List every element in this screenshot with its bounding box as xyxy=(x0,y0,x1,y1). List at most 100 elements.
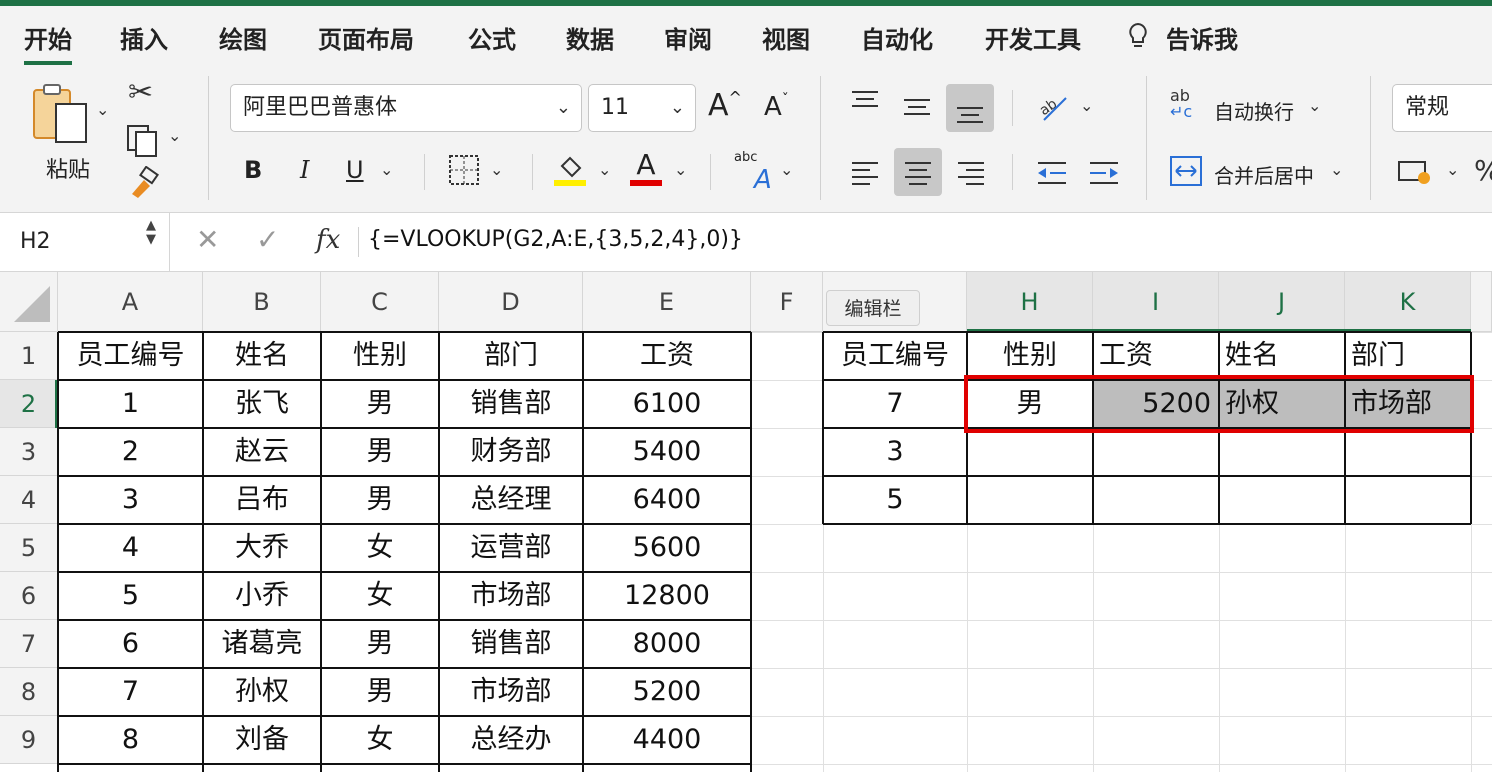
chevron-down-icon[interactable]: ⌄ xyxy=(1308,98,1321,114)
table-cell[interactable]: 总经理 xyxy=(439,476,583,524)
insert-function-button[interactable]: fx xyxy=(316,225,340,255)
lookup-header-cell[interactable]: 性别 xyxy=(967,332,1093,380)
merge-center-icon[interactable] xyxy=(1170,156,1202,190)
table-cell[interactable]: 女 xyxy=(321,524,439,572)
tab-developer[interactable]: 开发工具 xyxy=(985,20,1081,55)
column-header[interactable]: B xyxy=(203,272,321,332)
chevron-down-icon[interactable]: ⌄ xyxy=(674,162,687,178)
table-cell[interactable]: 销售部 xyxy=(439,620,583,668)
lookup-cell[interactable]: 3 xyxy=(823,428,967,476)
font-name-select[interactable]: 阿里巴巴普惠体 ⌄ xyxy=(230,84,582,132)
table-header-cell[interactable]: 工资 xyxy=(583,332,751,380)
lookup-cell[interactable] xyxy=(1345,476,1471,524)
row-header[interactable]: 5 xyxy=(0,524,58,572)
name-box-stepper-icon[interactable]: ▲ ▼ xyxy=(146,219,156,247)
tab-home[interactable]: 开始 xyxy=(24,20,72,65)
table-cell[interactable]: 小乔 xyxy=(203,572,321,620)
table-cell[interactable]: 男 xyxy=(321,428,439,476)
enter-checkmark-icon[interactable]: ✓ xyxy=(256,223,279,256)
tab-data[interactable]: 数据 xyxy=(566,20,614,55)
table-cell[interactable]: 女 xyxy=(321,572,439,620)
currency-format-icon[interactable] xyxy=(1398,158,1432,190)
row-header[interactable]: 6 xyxy=(0,572,58,620)
column-header[interactable]: H xyxy=(967,272,1093,332)
column-header[interactable]: J xyxy=(1219,272,1345,332)
lookup-header-cell[interactable]: 姓名 xyxy=(1219,332,1345,380)
chevron-down-icon[interactable]: ⌄ xyxy=(1330,162,1343,178)
align-left-icon[interactable] xyxy=(850,160,880,190)
lookup-cell[interactable] xyxy=(967,428,1093,476)
phonetic-guide-button[interactable]: abc A xyxy=(734,150,772,195)
tab-page-layout[interactable]: 页面布局 xyxy=(318,20,414,55)
borders-icon[interactable] xyxy=(448,154,480,190)
copy-icon[interactable] xyxy=(126,124,160,162)
formula-input[interactable]: {=VLOOKUP(G2,A:E,{3,5,2,4},0)} xyxy=(368,227,743,252)
number-format-select[interactable]: 常规 xyxy=(1392,84,1492,132)
table-header-cell[interactable]: 性别 xyxy=(321,332,439,380)
chevron-down-icon[interactable]: ⌄ xyxy=(490,162,503,178)
lookup-cell[interactable] xyxy=(1345,428,1471,476)
row-header[interactable]: 4 xyxy=(0,476,58,524)
tab-tell-me[interactable]: 告诉我 xyxy=(1166,20,1238,55)
table-cell[interactable]: 诸葛亮 xyxy=(203,620,321,668)
table-cell[interactable]: 市场部 xyxy=(439,572,583,620)
bold-button[interactable]: B xyxy=(244,156,262,184)
row-header[interactable]: 2 xyxy=(0,380,58,428)
table-cell[interactable]: 女 xyxy=(321,716,439,764)
lookup-cell[interactable]: 5 xyxy=(823,476,967,524)
grow-font-button[interactable]: A^ xyxy=(708,88,742,123)
spreadsheet-grid[interactable]: ABCDEFHIJK 123456789 员工编号 姓名 性别 部门 工资 1 张飞男销售部… xyxy=(0,272,1492,772)
chevron-down-icon[interactable]: ⌄ xyxy=(780,162,793,178)
chevron-down-icon[interactable]: ⌄ xyxy=(598,162,611,178)
lookup-header-cell[interactable]: 部门 xyxy=(1345,332,1471,380)
table-cell[interactable]: 6400 xyxy=(583,476,751,524)
underline-button[interactable]: U xyxy=(346,156,364,184)
tab-review[interactable]: 审阅 xyxy=(664,20,712,55)
table-cell[interactable]: 男 xyxy=(321,668,439,716)
lookup-header-cell[interactable]: 工资 xyxy=(1093,332,1219,380)
lookup-cell[interactable]: 7 xyxy=(823,380,967,428)
column-header[interactable]: D xyxy=(439,272,583,332)
cancel-icon[interactable]: ✕ xyxy=(196,223,219,256)
column-header[interactable] xyxy=(1471,272,1492,332)
shrink-font-button[interactable]: Aˇ xyxy=(764,92,789,122)
table-cell[interactable]: 5200 xyxy=(583,668,751,716)
table-cell[interactable]: 8 xyxy=(58,716,203,764)
table-cell[interactable]: 大乔 xyxy=(203,524,321,572)
table-cell[interactable]: 12800 xyxy=(583,572,751,620)
chevron-down-icon[interactable]: ⌄ xyxy=(1080,98,1093,114)
table-cell[interactable]: 孙权 xyxy=(203,668,321,716)
tab-view[interactable]: 视图 xyxy=(762,20,810,55)
percent-button[interactable]: % xyxy=(1474,154,1492,187)
column-header[interactable]: K xyxy=(1345,272,1471,332)
table-cell[interactable]: 赵云 xyxy=(203,428,321,476)
font-size-select[interactable]: 11 ⌄ xyxy=(588,84,696,132)
table-cell[interactable]: 2 xyxy=(58,428,203,476)
align-top-icon[interactable] xyxy=(850,90,880,118)
table-cell[interactable]: 1 xyxy=(58,380,203,428)
lookup-cell[interactable] xyxy=(1093,476,1219,524)
table-cell[interactable]: 刘备 xyxy=(203,716,321,764)
tab-formulas[interactable]: 公式 xyxy=(468,20,516,55)
table-cell[interactable]: 男 xyxy=(321,476,439,524)
paste-icon[interactable] xyxy=(32,84,96,148)
orientation-icon[interactable]: ab xyxy=(1036,90,1070,128)
increase-indent-icon[interactable] xyxy=(1088,160,1120,190)
column-header[interactable]: C xyxy=(321,272,439,332)
font-color-button[interactable]: A xyxy=(630,150,662,186)
wrap-text-icon[interactable]: ab ↵c xyxy=(1170,88,1192,120)
name-box[interactable]: H2 ▲ ▼ xyxy=(0,213,170,271)
decrease-indent-icon[interactable] xyxy=(1036,160,1068,190)
row-header[interactable]: 7 xyxy=(0,620,58,668)
table-cell[interactable]: 4 xyxy=(58,524,203,572)
column-header[interactable]: I xyxy=(1093,272,1219,332)
table-cell[interactable]: 运营部 xyxy=(439,524,583,572)
table-header-cell[interactable]: 员工编号 xyxy=(58,332,203,380)
merge-center-button[interactable]: 合并后居中 xyxy=(1214,160,1314,189)
column-header[interactable]: F xyxy=(751,272,823,332)
tab-automate[interactable]: 自动化 xyxy=(861,20,933,55)
select-all-corner[interactable] xyxy=(0,272,58,332)
scissors-icon[interactable]: ✂ xyxy=(128,78,153,108)
table-cell[interactable]: 男 xyxy=(321,380,439,428)
row-header[interactable]: 8 xyxy=(0,668,58,716)
